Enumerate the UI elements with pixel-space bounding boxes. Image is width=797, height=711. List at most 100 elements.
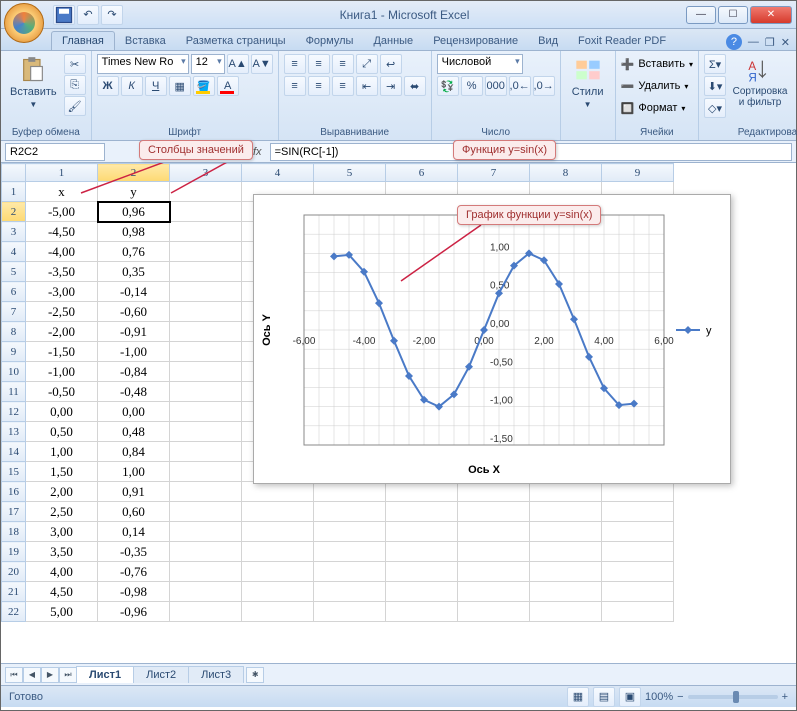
cell[interactable]: -0,91	[98, 322, 170, 342]
help-icon[interactable]: ?	[726, 34, 742, 50]
cell[interactable]: 0,98	[98, 222, 170, 242]
minimize-button[interactable]: —	[686, 6, 716, 24]
cell[interactable]: -0,50	[26, 382, 98, 402]
row-header[interactable]: 6	[2, 282, 26, 302]
cell[interactable]: x	[26, 182, 98, 202]
qat-save-icon[interactable]	[53, 5, 75, 25]
tab-data[interactable]: Данные	[363, 32, 423, 50]
zoom-level[interactable]: 100%	[645, 691, 673, 703]
sheet-tab[interactable]: Лист3	[188, 666, 244, 683]
cell[interactable]	[170, 302, 242, 322]
format-cells-icon[interactable]: 🔲	[621, 102, 635, 115]
delete-cells-icon[interactable]: ➖	[621, 80, 635, 93]
cell[interactable]: -3,00	[26, 282, 98, 302]
cell[interactable]	[170, 202, 242, 222]
font-color-icon[interactable]: A	[217, 76, 239, 96]
cell[interactable]	[386, 522, 458, 542]
cell[interactable]	[170, 422, 242, 442]
cell[interactable]	[170, 222, 242, 242]
cell[interactable]	[458, 582, 530, 602]
indent-inc-icon[interactable]: ⇥	[380, 76, 402, 96]
cut-icon[interactable]: ✂	[64, 54, 86, 74]
align-bottom-icon[interactable]: ≡	[332, 54, 354, 74]
cell[interactable]	[170, 482, 242, 502]
cell[interactable]: -0,96	[98, 602, 170, 622]
view-pagebreak-icon[interactable]: ▣	[619, 687, 641, 707]
zoom-out-button[interactable]: −	[677, 691, 683, 703]
insert-cells-icon[interactable]: ➕	[621, 58, 635, 71]
cell[interactable]: 0,91	[98, 482, 170, 502]
align-top-icon[interactable]: ≡	[284, 54, 306, 74]
cell[interactable]: -1,00	[98, 342, 170, 362]
cell[interactable]	[602, 542, 674, 562]
fill-icon[interactable]: ⬇▾	[704, 76, 726, 96]
cell[interactable]: 0,96	[98, 202, 170, 222]
qat-undo-icon[interactable]: ↶	[77, 5, 99, 25]
cell[interactable]	[314, 582, 386, 602]
row-header[interactable]: 3	[2, 222, 26, 242]
sort-filter-button[interactable]: АЯ Сортировка и фильтр	[729, 54, 791, 110]
doc-restore-button[interactable]: ❐	[765, 36, 775, 49]
cell[interactable]: 0,50	[26, 422, 98, 442]
cell[interactable]: 0,84	[98, 442, 170, 462]
row-header[interactable]: 12	[2, 402, 26, 422]
row-header[interactable]: 10	[2, 362, 26, 382]
comma-icon[interactable]: 000	[485, 76, 507, 96]
cell[interactable]	[530, 602, 602, 622]
sheet-tab[interactable]: Лист2	[133, 666, 189, 683]
cell[interactable]	[386, 542, 458, 562]
cell[interactable]	[458, 542, 530, 562]
cell[interactable]	[170, 182, 242, 202]
cell[interactable]	[458, 522, 530, 542]
row-header[interactable]: 17	[2, 502, 26, 522]
cell[interactable]	[386, 502, 458, 522]
cell[interactable]: 3,00	[26, 522, 98, 542]
cell[interactable]: -3,50	[26, 262, 98, 282]
cell[interactable]: 3,50	[26, 542, 98, 562]
cell[interactable]	[386, 562, 458, 582]
sheet-nav-first-icon[interactable]: ⏮	[5, 667, 23, 683]
cell[interactable]: 0,48	[98, 422, 170, 442]
row-header[interactable]: 13	[2, 422, 26, 442]
tab-foxit[interactable]: Foxit Reader PDF	[568, 32, 676, 50]
border-icon[interactable]: ▦	[169, 76, 191, 96]
cell[interactable]: y	[98, 182, 170, 202]
cell[interactable]: 1,00	[98, 462, 170, 482]
row-header[interactable]: 19	[2, 542, 26, 562]
cell[interactable]	[170, 542, 242, 562]
cell[interactable]	[170, 342, 242, 362]
col-header[interactable]: 1	[26, 164, 98, 182]
indent-dec-icon[interactable]: ⇤	[356, 76, 378, 96]
cell[interactable]	[170, 382, 242, 402]
cell[interactable]: -0,14	[98, 282, 170, 302]
cell[interactable]	[458, 502, 530, 522]
row-header[interactable]: 18	[2, 522, 26, 542]
orientation-icon[interactable]: ⤢	[356, 54, 378, 74]
col-header[interactable]: 5	[314, 164, 386, 182]
col-header[interactable]: 3	[170, 164, 242, 182]
col-header[interactable]: 8	[530, 164, 602, 182]
cell[interactable]	[242, 522, 314, 542]
tab-layout[interactable]: Разметка страницы	[176, 32, 296, 50]
view-layout-icon[interactable]: ▤	[593, 687, 615, 707]
align-right-icon[interactable]: ≡	[332, 76, 354, 96]
cell[interactable]: -0,60	[98, 302, 170, 322]
align-middle-icon[interactable]: ≡	[308, 54, 330, 74]
sheet-tab[interactable]: Лист1	[76, 666, 134, 683]
cell[interactable]	[170, 262, 242, 282]
qat-redo-icon[interactable]: ↷	[101, 5, 123, 25]
cell[interactable]	[242, 502, 314, 522]
cell[interactable]: 0,14	[98, 522, 170, 542]
cell[interactable]	[170, 602, 242, 622]
cell[interactable]	[386, 582, 458, 602]
row-header[interactable]: 21	[2, 582, 26, 602]
cell[interactable]	[170, 362, 242, 382]
grow-font-icon[interactable]: A▲	[227, 54, 249, 74]
cell[interactable]	[170, 582, 242, 602]
cell[interactable]	[170, 562, 242, 582]
sheet-nav-last-icon[interactable]: ⏭	[59, 667, 77, 683]
cell[interactable]: 0,00	[98, 402, 170, 422]
view-normal-icon[interactable]: ▦	[567, 687, 589, 707]
cell[interactable]: 4,00	[26, 562, 98, 582]
row-header[interactable]: 22	[2, 602, 26, 622]
